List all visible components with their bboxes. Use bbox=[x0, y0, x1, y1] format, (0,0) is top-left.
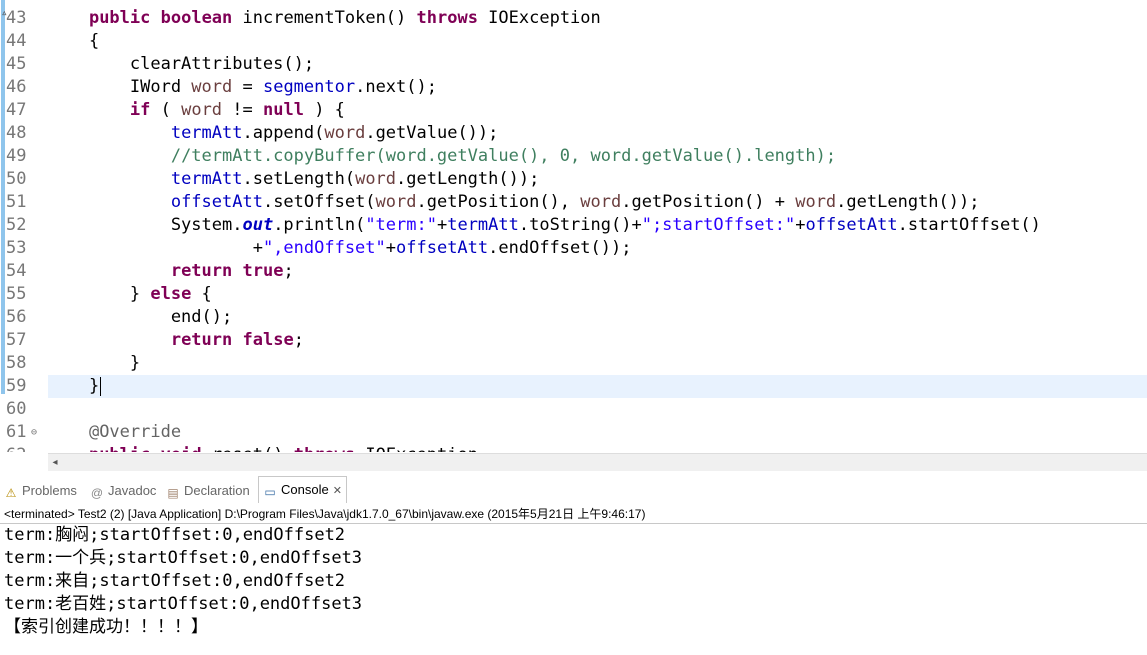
code-line[interactable]: termAtt.setLength(word.getLength()); bbox=[48, 168, 1147, 191]
code-editor[interactable]: 43 ▵ 44 45 46 47 48 49 50 51 52 53 54 55 56 57 58 59 60 61 ⊖… bbox=[0, 0, 1147, 452]
console-status: <terminated> Test2 (2) [Java Application… bbox=[4, 507, 646, 521]
tab-label: Console bbox=[281, 482, 329, 497]
line-number: 46 bbox=[6, 76, 48, 99]
line-number-text: 47 bbox=[6, 100, 27, 120]
code-line[interactable]: } else { bbox=[48, 283, 1147, 306]
change-marker bbox=[1, 0, 5, 394]
line-number-text: 56 bbox=[6, 307, 27, 327]
problems-icon: ⚠ bbox=[5, 486, 17, 500]
line-number: 58 bbox=[6, 352, 48, 375]
line-number-text: 50 bbox=[6, 169, 27, 189]
horizontal-scrollbar[interactable]: ◂ bbox=[48, 453, 1147, 471]
tab-label: Problems bbox=[22, 483, 77, 498]
code-line[interactable]: end(); bbox=[48, 306, 1147, 329]
line-number: 50 bbox=[6, 168, 48, 191]
line-number: 49 bbox=[6, 145, 48, 168]
tab-javadoc[interactable]: @ Javadoc bbox=[90, 478, 157, 504]
line-number: 53 bbox=[6, 237, 48, 260]
line-number-text: 62 bbox=[6, 445, 26, 452]
tab-label: Javadoc bbox=[108, 483, 157, 498]
code-line[interactable]: IWord word = segmentor.next(); bbox=[48, 76, 1147, 99]
code-line[interactable]: //termAtt.copyBuffer(word.getValue(), 0,… bbox=[48, 145, 1147, 168]
line-number: 59 bbox=[6, 375, 48, 398]
code-line[interactable]: public void reset() throws IOException bbox=[48, 444, 1147, 452]
code-line[interactable]: return true; bbox=[48, 260, 1147, 283]
scroll-left-icon[interactable]: ◂ bbox=[48, 454, 62, 471]
console-line: term:一个兵;startOffset:0,endOffset3 bbox=[4, 548, 363, 568]
line-number: 43 ▵ bbox=[1, 6, 48, 30]
line-number-text: 44 bbox=[6, 31, 27, 51]
declaration-icon: ▤ bbox=[167, 486, 179, 500]
code-line[interactable]: +",endOffset"+offsetAtt.endOffset()); bbox=[48, 237, 1147, 260]
code-line[interactable]: @Override bbox=[48, 421, 1147, 444]
line-number: 62 bbox=[6, 444, 48, 452]
code-line[interactable]: public boolean incrementToken() throws I… bbox=[48, 7, 1147, 30]
tab-declaration[interactable]: ▤ Declaration bbox=[166, 478, 250, 504]
line-number: 54 bbox=[6, 260, 48, 283]
line-number-text: 45 bbox=[6, 54, 27, 74]
close-icon[interactable]: ✕ bbox=[333, 485, 342, 497]
console-line: 【索引创建成功！！！！】 bbox=[4, 617, 208, 637]
code-line[interactable]: { bbox=[48, 30, 1147, 53]
javadoc-icon: @ bbox=[90, 486, 104, 500]
console-line: term:来自;startOffset:0,endOffset2 bbox=[4, 571, 346, 591]
bottom-panel: ⚠ Problems @ Javadoc ▤ Declaration ▭ Console ✕ <… bbox=[0, 471, 1147, 655]
line-number: 44 bbox=[6, 30, 48, 53]
line-number: 55 bbox=[6, 283, 48, 306]
tab-problems[interactable]: ⚠ Problems bbox=[4, 478, 77, 504]
fold-toggle-icon[interactable]: ⊖ bbox=[31, 421, 37, 444]
code-line[interactable] bbox=[48, 398, 1147, 421]
code-line[interactable]: } bbox=[48, 352, 1147, 375]
line-number-text: 57 bbox=[6, 330, 27, 350]
line-number: 51 bbox=[6, 191, 48, 214]
line-number: 52 bbox=[6, 214, 48, 237]
line-number-text: 54 bbox=[6, 261, 27, 281]
line-number: 57 bbox=[6, 329, 48, 352]
line-number: 60 bbox=[6, 398, 48, 421]
tab-label: Declaration bbox=[184, 483, 250, 498]
line-number-text: 46 bbox=[6, 77, 27, 97]
line-number-text: 49 bbox=[6, 146, 27, 166]
code-line[interactable]: } bbox=[48, 375, 1147, 398]
line-number-text: 59 bbox=[6, 376, 27, 396]
code-line[interactable]: offsetAtt.setOffset(word.getPosition(), … bbox=[48, 191, 1147, 214]
line-number: 48 bbox=[6, 122, 48, 145]
line-number-text: 53 bbox=[6, 238, 27, 258]
code-line[interactable]: return false; bbox=[48, 329, 1147, 352]
line-number: 56 bbox=[6, 306, 48, 329]
line-number: 45 bbox=[6, 53, 48, 76]
line-number: 47 bbox=[6, 99, 48, 122]
console-line: term:老百姓;startOffset:0,endOffset3 bbox=[4, 594, 363, 614]
code-line[interactable]: if ( word != null ) { bbox=[48, 99, 1147, 122]
line-number: 61 ⊖ bbox=[6, 421, 48, 444]
code-line[interactable]: System.out.println("term:"+termAtt.toStr… bbox=[48, 214, 1147, 237]
line-number-text: 60 bbox=[6, 399, 27, 419]
code-line[interactable]: clearAttributes(); bbox=[48, 53, 1147, 76]
tab-console[interactable]: ▭ Console ✕ bbox=[258, 476, 347, 503]
line-number-text: 43 bbox=[6, 8, 27, 28]
console-icon: ▭ bbox=[264, 485, 276, 499]
code-line[interactable]: termAtt.append(word.getValue()); bbox=[48, 122, 1147, 145]
view-tab-bar: ⚠ Problems @ Javadoc ▤ Declaration ▭ Console ✕ bbox=[0, 476, 1147, 504]
line-number-text: 52 bbox=[6, 215, 27, 235]
line-number-text: 51 bbox=[6, 192, 27, 212]
line-number-text: 55 bbox=[6, 284, 27, 304]
line-number-text: 61 bbox=[6, 422, 27, 442]
line-number-text: 48 bbox=[6, 123, 27, 143]
line-number-text: 58 bbox=[6, 353, 27, 373]
console-line: term:胸闷;startOffset:0,endOffset2 bbox=[4, 525, 346, 545]
warning-marker-icon[interactable]: ▵ bbox=[1, 1, 8, 24]
